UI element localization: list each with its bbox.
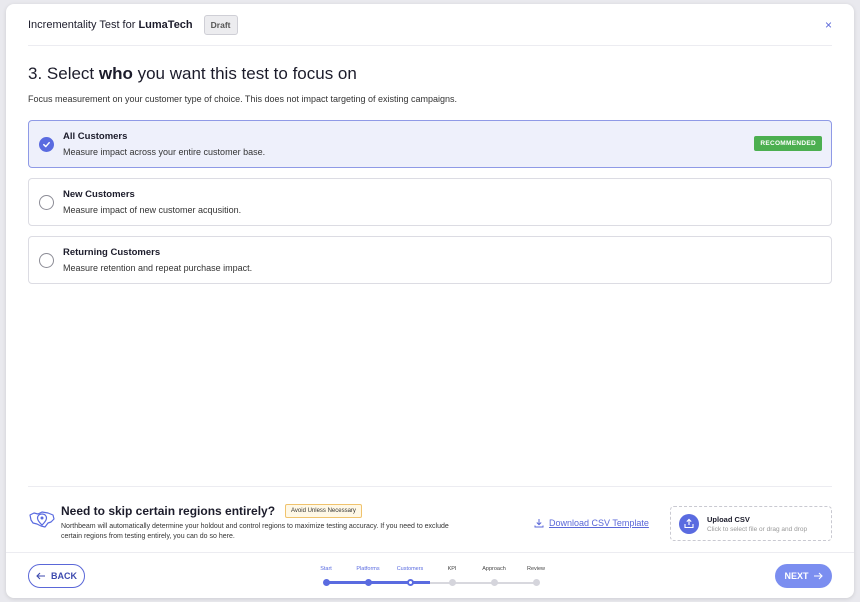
option-title: All Customers bbox=[63, 131, 128, 142]
heading-prefix: 3. Select bbox=[28, 64, 99, 83]
close-icon[interactable]: × bbox=[825, 18, 832, 32]
upload-title: Upload CSV bbox=[707, 515, 750, 524]
option-title: New Customers bbox=[63, 189, 135, 200]
download-icon bbox=[534, 519, 544, 528]
option-description: Measure impact across your entire custom… bbox=[63, 147, 266, 157]
status-badge: Draft bbox=[203, 14, 238, 35]
progress-stepper: Start Platforms Customers KPI Approach R… bbox=[314, 563, 564, 593]
heading-suffix: you want this test to focus on bbox=[132, 64, 357, 83]
arrow-left-icon bbox=[36, 572, 45, 580]
step-dot bbox=[406, 579, 414, 586]
step-review[interactable]: Review bbox=[506, 563, 566, 586]
upload-subtitle: Click to select file or drag and drop bbox=[707, 526, 808, 533]
heading-emphasis: who bbox=[98, 64, 133, 83]
step-dot bbox=[532, 579, 540, 586]
regions-description: Northbeam will automatically determine y… bbox=[61, 523, 449, 540]
upload-icon bbox=[679, 514, 699, 534]
step-label: Review bbox=[526, 566, 546, 572]
download-template-label: Download CSV Template bbox=[549, 518, 649, 528]
upload-csv-dropzone[interactable]: Upload CSV Click to select file or drag … bbox=[670, 506, 832, 541]
modal-footer: BACK Start Platforms Customers KPI Appro… bbox=[6, 552, 854, 598]
step-dot bbox=[490, 579, 498, 586]
map-pin-icon bbox=[28, 509, 56, 536]
option-description: Measure retention and repeat purchase im… bbox=[63, 263, 253, 273]
back-label: BACK bbox=[51, 571, 77, 581]
recommended-badge: RECOMMENDED bbox=[754, 136, 822, 151]
page-subtitle: Focus measurement on your customer type … bbox=[28, 94, 458, 104]
warning-badge: Avoid Unless Necessary bbox=[285, 504, 362, 518]
option-description: Measure impact of new customer acqusitio… bbox=[63, 205, 242, 215]
regions-title: Need to skip certain regions entirely? bbox=[61, 504, 276, 518]
title-brand: LumaTech bbox=[138, 18, 193, 31]
page-title: 3. Select who you want this test to focu… bbox=[28, 64, 357, 84]
arrow-right-icon bbox=[813, 572, 823, 580]
option-title: Returning Customers bbox=[63, 247, 161, 258]
download-template-link[interactable]: Download CSV Template bbox=[534, 518, 649, 528]
radio-checked-icon[interactable] bbox=[39, 137, 54, 152]
option-all-customers[interactable]: All Customers Measure impact across your… bbox=[28, 120, 832, 168]
step-dot bbox=[448, 579, 456, 586]
option-returning-customers[interactable]: Returning Customers Measure retention an… bbox=[28, 236, 832, 284]
next-button[interactable]: NEXT bbox=[775, 564, 832, 588]
option-new-customers[interactable]: New Customers Measure impact of new cust… bbox=[28, 178, 832, 226]
step-dot bbox=[364, 579, 372, 586]
back-button[interactable]: BACK bbox=[28, 564, 85, 588]
next-label: NEXT bbox=[784, 571, 809, 581]
modal-title: Incrementality Test for LumaTech bbox=[28, 19, 193, 31]
region-exclusion-section: Need to skip certain regions entirely? A… bbox=[28, 486, 832, 548]
radio-empty-icon[interactable] bbox=[39, 195, 54, 210]
modal-header: Incrementality Test for LumaTech Draft × bbox=[28, 4, 832, 46]
test-setup-modal: Incrementality Test for LumaTech Draft ×… bbox=[6, 4, 854, 598]
step-dot bbox=[322, 579, 330, 586]
title-prefix: Incrementality Test for bbox=[28, 18, 139, 31]
radio-empty-icon[interactable] bbox=[39, 253, 54, 268]
